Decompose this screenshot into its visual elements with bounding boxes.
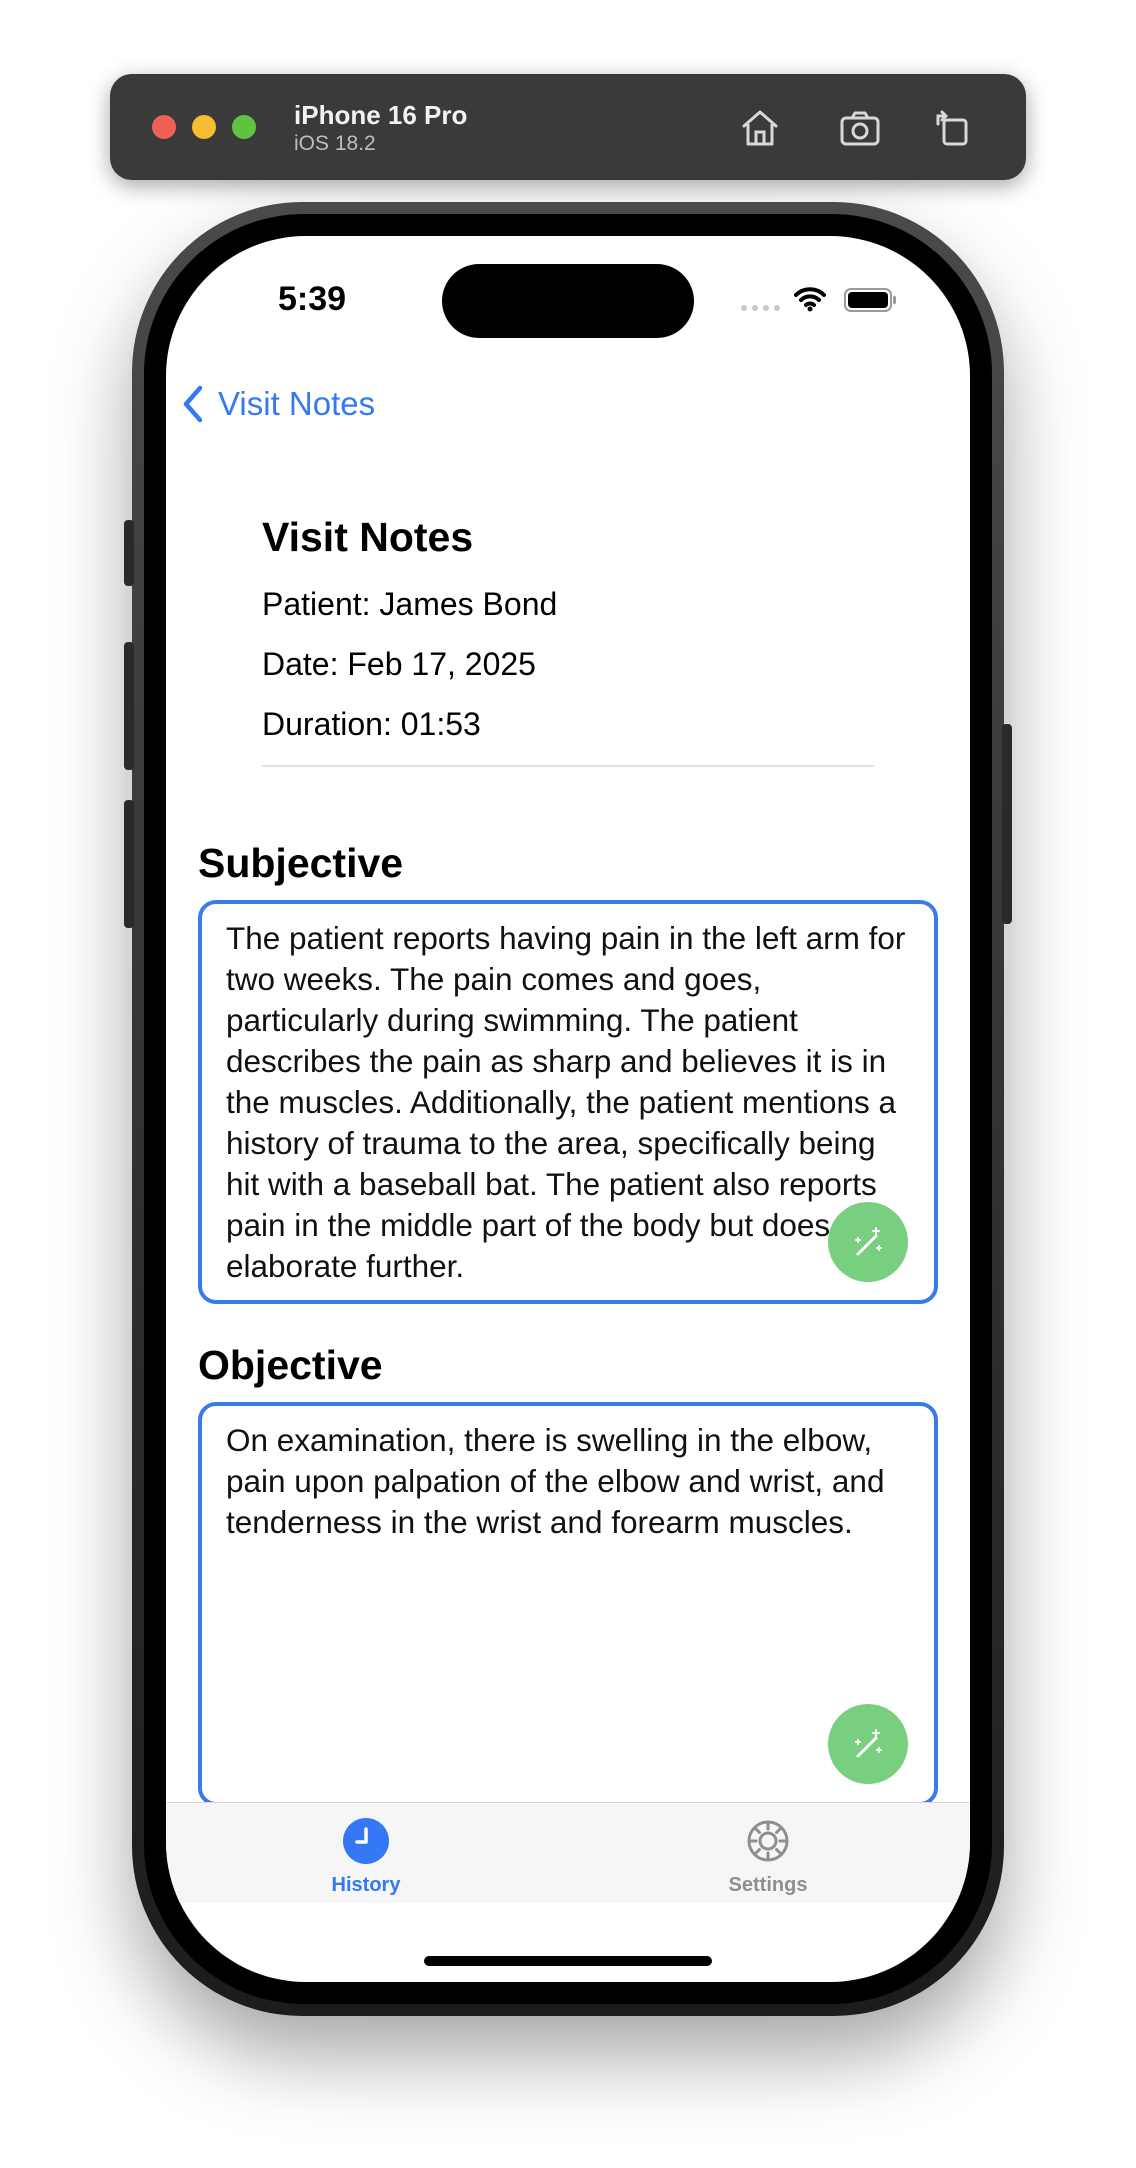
- subjective-ai-enhance-button[interactable]: [828, 1202, 908, 1282]
- phone-screen: 5:39 Visit Notes Visit Notes Patient: Ja…: [166, 236, 970, 1982]
- magic-wand-icon: [855, 1227, 882, 1256]
- dynamic-island: [442, 264, 694, 338]
- subjective-text-area[interactable]: The patient reports having pain in the l…: [198, 900, 938, 1304]
- screenshot-icon[interactable]: [836, 104, 884, 152]
- minimize-window-button[interactable]: [192, 115, 216, 139]
- home-indicator[interactable]: [424, 1956, 712, 1966]
- objective-text-area[interactable]: On examination, there is swelling in the…: [198, 1402, 938, 1806]
- battery-icon: [844, 288, 896, 312]
- subjective-heading: Subjective: [198, 840, 404, 886]
- side-button: [1002, 724, 1012, 924]
- home-icon[interactable]: [736, 104, 784, 152]
- subjective-text: The patient reports having pain in the l…: [226, 920, 906, 1284]
- simulator-device-name: iPhone 16 Pro: [294, 100, 468, 130]
- rotate-icon[interactable]: [928, 104, 976, 152]
- clock-icon: [343, 1818, 389, 1864]
- volume-down-button: [124, 800, 134, 928]
- close-window-button[interactable]: [152, 115, 176, 139]
- objective-heading: Objective: [198, 1342, 383, 1388]
- tab-history[interactable]: History: [266, 1817, 466, 1897]
- status-time: 5:39: [278, 280, 347, 318]
- tab-history-label: History: [331, 1874, 401, 1896]
- tab-settings-label: Settings: [728, 1874, 808, 1896]
- page-title: Visit Notes: [262, 514, 474, 560]
- objective-text: On examination, there is swelling in the…: [226, 1422, 885, 1540]
- zoom-window-button[interactable]: [232, 115, 256, 139]
- tab-bar: History Settings: [166, 1802, 970, 1903]
- simulator-os-version: iOS 18.2: [294, 132, 376, 155]
- gear-icon: [747, 1820, 789, 1862]
- objective-ai-enhance-button[interactable]: [828, 1704, 908, 1784]
- cellular-signal-icon: [741, 305, 780, 311]
- patient-name: Patient: James Bond: [262, 586, 558, 622]
- visit-date: Date: Feb 17, 2025: [262, 646, 536, 682]
- simulator-title-bar: iPhone 16 Pro iOS 18.2: [110, 74, 1026, 180]
- action-button: [124, 520, 134, 586]
- tab-settings[interactable]: Settings: [668, 1817, 868, 1897]
- chevron-left-icon: [183, 385, 203, 423]
- wifi-icon: [794, 287, 826, 312]
- back-button[interactable]: Visit Notes: [180, 378, 375, 430]
- visit-duration: Duration: 01:53: [262, 706, 481, 742]
- header-divider: [262, 765, 874, 767]
- volume-up-button: [124, 642, 134, 770]
- magic-wand-icon: [855, 1729, 882, 1758]
- back-button-label: Visit Notes: [218, 385, 376, 422]
